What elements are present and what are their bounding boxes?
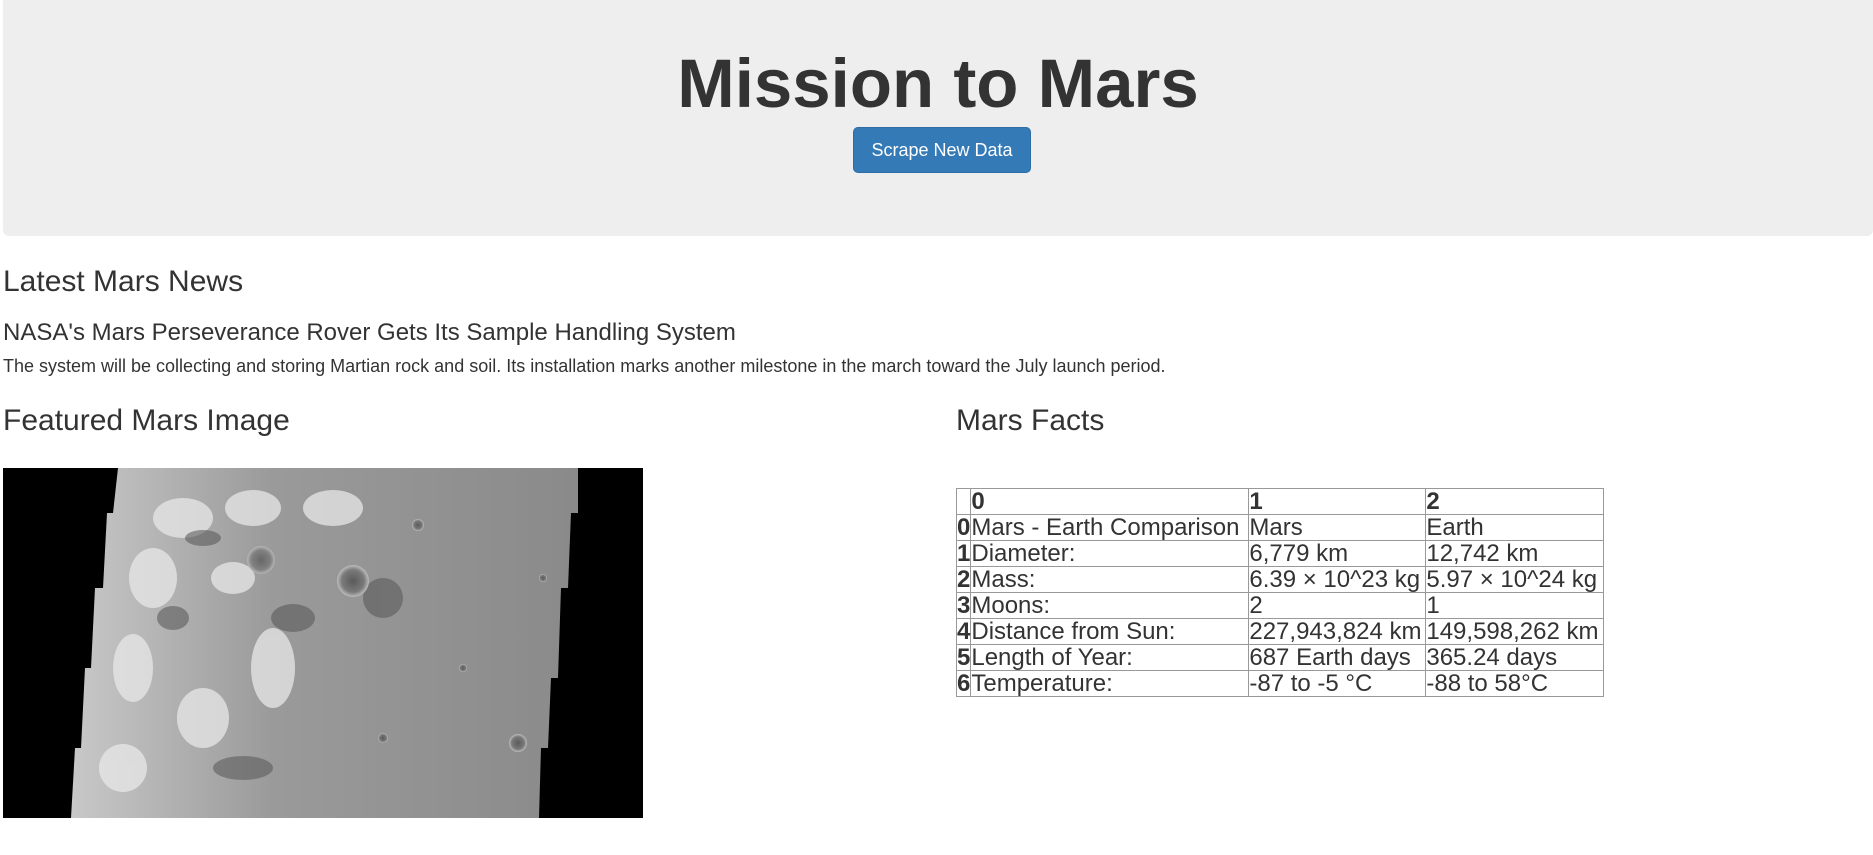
row-index: 0 bbox=[955, 514, 972, 541]
jumbotron-header: Mission to Mars Scrape New Data bbox=[3, 0, 1873, 236]
table-cell: 1 bbox=[1425, 592, 1605, 619]
table-header-cell: 2 bbox=[1425, 488, 1605, 515]
table-cell: 6.39 × 10^23 kg bbox=[1248, 566, 1427, 593]
page-title: Mission to Mars bbox=[677, 45, 1199, 122]
news-headline: NASA's Mars Perseverance Rover Gets Its … bbox=[3, 319, 736, 346]
table-header-cell bbox=[955, 488, 972, 515]
table-row: 6 Temperature: -87 to -5 °C -88 to 58°C bbox=[955, 670, 1605, 697]
table-cell: 227,943,824 km bbox=[1248, 618, 1427, 645]
table-cell: 365.24 days bbox=[1425, 644, 1605, 671]
scrape-new-data-button[interactable]: Scrape New Data bbox=[853, 127, 1031, 173]
table-row: 5 Length of Year: 687 Earth days 365.24 … bbox=[955, 644, 1605, 671]
table-cell: -87 to -5 °C bbox=[1248, 670, 1427, 697]
latest-news-heading: Latest Mars News bbox=[3, 265, 244, 298]
table-cell: Earth bbox=[1425, 514, 1605, 541]
table-row: 0 Mars - Earth Comparison Mars Earth bbox=[955, 514, 1605, 541]
table-header-cell: 1 bbox=[1248, 488, 1427, 515]
table-row: 3 Moons: 2 1 bbox=[955, 592, 1605, 619]
mars-facts-table: 0 1 2 0 Mars - Earth Comparison Mars Ear… bbox=[955, 488, 1605, 697]
table-cell: Mars - Earth Comparison bbox=[970, 514, 1250, 541]
table-header-cell: 0 bbox=[970, 488, 1250, 515]
featured-mars-image bbox=[3, 468, 643, 818]
row-index: 3 bbox=[955, 592, 972, 619]
table-cell: Temperature: bbox=[970, 670, 1250, 697]
table-cell: 6,779 km bbox=[1248, 540, 1427, 567]
table-cell: 2 bbox=[1248, 592, 1427, 619]
row-index: 2 bbox=[955, 566, 972, 593]
mars-surface-image bbox=[3, 468, 643, 818]
table-cell: Length of Year: bbox=[970, 644, 1250, 671]
featured-image-heading: Featured Mars Image bbox=[3, 404, 290, 437]
table-row: 1 Diameter: 6,779 km 12,742 km bbox=[955, 540, 1605, 567]
table-header-row: 0 1 2 bbox=[955, 488, 1605, 515]
row-index: 5 bbox=[955, 644, 972, 671]
mars-facts-heading: Mars Facts bbox=[956, 404, 1105, 437]
table-row: 4 Distance from Sun: 227,943,824 km 149,… bbox=[955, 618, 1605, 645]
table-cell: -88 to 58°C bbox=[1425, 670, 1605, 697]
table-cell: Mars bbox=[1248, 514, 1427, 541]
row-index: 1 bbox=[955, 540, 972, 567]
table-cell: 12,742 km bbox=[1425, 540, 1605, 567]
table-cell: 5.97 × 10^24 kg bbox=[1425, 566, 1605, 593]
table-cell: 687 Earth days bbox=[1248, 644, 1427, 671]
table-cell: Moons: bbox=[970, 592, 1250, 619]
table-row: 2 Mass: 6.39 × 10^23 kg 5.97 × 10^24 kg bbox=[955, 566, 1605, 593]
table-cell: Distance from Sun: bbox=[970, 618, 1250, 645]
row-index: 4 bbox=[955, 618, 972, 645]
row-index: 6 bbox=[955, 670, 972, 697]
table-cell: Diameter: bbox=[970, 540, 1250, 567]
table-cell: 149,598,262 km bbox=[1425, 618, 1605, 645]
table-cell: Mass: bbox=[970, 566, 1250, 593]
news-teaser: The system will be collecting and storin… bbox=[3, 356, 1166, 376]
